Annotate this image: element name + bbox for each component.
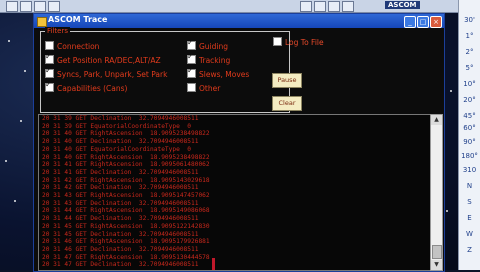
log-line: 20 31 41 GET Declination 32.709494600851… — [42, 168, 199, 176]
filter-label: Other — [199, 84, 221, 93]
filter-label: Connection — [57, 42, 100, 51]
star — [446, 210, 448, 212]
fov-button[interactable]: 60° — [461, 122, 478, 135]
fov-button[interactable]: 30' — [461, 14, 478, 27]
checkbox-box[interactable] — [187, 66, 196, 78]
trace-log[interactable]: 20 31 39 GET Declination 32.709494600851… — [38, 114, 431, 271]
filter-capabilities-checkbox[interactable]: Capabilities (Cans) — [45, 80, 128, 93]
toolbar-icon[interactable] — [20, 1, 32, 12]
filter-syncs-park-checkbox[interactable]: Syncs, Park, Unpark, Set Park — [45, 66, 168, 79]
log-scrollbar[interactable]: ▲ ▼ — [430, 114, 443, 271]
filter-tracking-checkbox[interactable]: Tracking — [187, 52, 231, 65]
log-line: 20 31 44 GET RightAscension 18.909514908… — [42, 207, 210, 215]
checkbox-box[interactable] — [45, 52, 54, 64]
mouse-cursor-icon — [212, 258, 215, 270]
app-toolbar: ASCOM — [0, 0, 480, 13]
ascom-trace-window: ASCOM Trace _ □ × Filters Connection Get… — [33, 13, 445, 272]
filters-group: Filters Connection Get Position RA/DEC,A… — [40, 27, 290, 113]
star — [14, 200, 16, 202]
log-line: 20 31 40 GET RightAscension 18.909523849… — [42, 153, 210, 161]
log-line: 20 31 39 GET Declination 32.709494600851… — [42, 115, 199, 122]
log-line: 20 31 47 GET Declination 32.709494600851… — [42, 261, 199, 269]
log-line: 20 31 47 GET RightAscension 18.909513044… — [42, 253, 210, 261]
filter-slews-checkbox[interactable]: Slews, Moves — [187, 66, 250, 79]
log-line: 20 31 42 GET RightAscension 18.909514302… — [42, 176, 210, 184]
filter-label: Guiding — [199, 42, 229, 51]
fov-button[interactable]: 1° — [461, 30, 478, 43]
log-line: 20 31 44 GET Declination 32.709494600851… — [42, 215, 199, 223]
checkbox-box[interactable] — [187, 83, 196, 92]
field-of-view-panel: 30' 1° 2° 5° 10° 20° 45° 60° 90° 180° 31… — [458, 0, 480, 270]
app-icon — [37, 17, 47, 27]
compass-button[interactable]: Z — [461, 244, 478, 257]
close-button[interactable]: × — [430, 16, 442, 28]
maximize-button[interactable]: □ — [417, 16, 429, 28]
filter-get-position-checkbox[interactable]: Get Position RA/DEC,ALT/AZ — [45, 52, 161, 65]
log-line: 20 31 42 GET Declination 32.709494600851… — [42, 184, 199, 192]
fov-button[interactable]: 10° — [461, 78, 478, 91]
star — [5, 160, 7, 162]
filter-other-checkbox[interactable]: Other — [187, 83, 220, 93]
toolbar-ascom-label: ASCOM — [385, 1, 420, 9]
compass-button[interactable]: S — [461, 196, 478, 209]
compass-button[interactable]: W — [461, 228, 478, 241]
log-line: 20 31 43 GET Declination 32.709494600851… — [42, 199, 199, 207]
filter-label: Slews, Moves — [199, 70, 250, 79]
minimize-button[interactable]: _ — [404, 16, 416, 28]
filter-label: Capabilities (Cans) — [57, 84, 128, 93]
filters-legend: Filters — [45, 27, 70, 35]
fov-button[interactable]: 20° — [461, 94, 478, 107]
scroll-up-arrow-icon[interactable]: ▲ — [431, 115, 442, 125]
checkbox-box[interactable] — [187, 38, 196, 50]
compass-button[interactable]: N — [461, 180, 478, 193]
compass-button[interactable]: E — [461, 212, 478, 225]
log-to-file-checkbox[interactable]: Log To File — [273, 37, 324, 47]
toolbar-icon[interactable] — [300, 1, 312, 12]
log-line: 20 31 45 GET RightAscension 18.909512214… — [42, 222, 210, 230]
toolbar-icon[interactable] — [34, 1, 46, 12]
checkbox-box[interactable] — [273, 37, 282, 46]
log-to-file-label: Log To File — [285, 38, 324, 47]
fov-button[interactable]: 2° — [461, 46, 478, 59]
log-line: 20 31 39 GET EquatorialCoordinateType 0 — [42, 122, 192, 130]
log-line: 20 31 41 GET RightAscension 18.909506148… — [42, 161, 210, 169]
fov-button[interactable]: 90° — [461, 136, 478, 149]
star — [24, 70, 26, 72]
log-line: 20 31 46 GET RightAscension 18.909517992… — [42, 238, 210, 246]
filter-label: Get Position RA/DEC,ALT/AZ — [57, 56, 161, 65]
fov-button[interactable]: 180° — [461, 150, 478, 163]
filter-label: Tracking — [199, 56, 231, 65]
log-line: 20 31 40 GET EquatorialCoordinateType 0 — [42, 145, 192, 153]
log-line: 20 31 43 GET RightAscension 18.909514745… — [42, 192, 210, 199]
fov-button[interactable]: 5° — [461, 62, 478, 75]
clear-button[interactable]: Clear — [272, 96, 302, 111]
star — [8, 40, 10, 42]
toolbar-icon[interactable] — [6, 1, 18, 12]
pause-button[interactable]: Pause — [272, 73, 302, 88]
filter-label: Syncs, Park, Unpark, Set Park — [57, 70, 168, 79]
star — [450, 90, 452, 92]
star — [20, 120, 22, 122]
toolbar-icon[interactable] — [48, 1, 60, 12]
title-bar[interactable]: ASCOM Trace _ □ × — [34, 14, 444, 28]
checkbox-box[interactable] — [187, 52, 196, 64]
log-line: 20 31 46 GET Declination 32.709494600851… — [42, 245, 199, 253]
window-client: Filters Connection Get Position RA/DEC,A… — [34, 27, 444, 271]
filter-guiding-checkbox[interactable]: Guiding — [187, 38, 229, 51]
toolbar-icon[interactable] — [314, 1, 326, 12]
checkbox-box[interactable] — [45, 41, 54, 50]
log-line: 20 31 45 GET Declination 32.709494600851… — [42, 230, 199, 238]
fov-button[interactable]: 310 — [461, 164, 478, 177]
scroll-thumb[interactable] — [432, 245, 442, 259]
checkbox-box[interactable] — [45, 66, 54, 78]
toolbar-icon[interactable] — [342, 1, 354, 12]
toolbar-icon[interactable] — [328, 1, 340, 12]
log-line: 20 31 40 GET Declination 32.709494600851… — [42, 138, 199, 146]
checkbox-box[interactable] — [45, 80, 54, 92]
filter-connection-checkbox[interactable]: Connection — [45, 41, 99, 51]
window-title: ASCOM Trace — [48, 15, 108, 24]
log-line: 20 31 40 GET RightAscension 18.909523849… — [42, 130, 210, 138]
scroll-down-arrow-icon[interactable]: ▼ — [431, 260, 442, 270]
